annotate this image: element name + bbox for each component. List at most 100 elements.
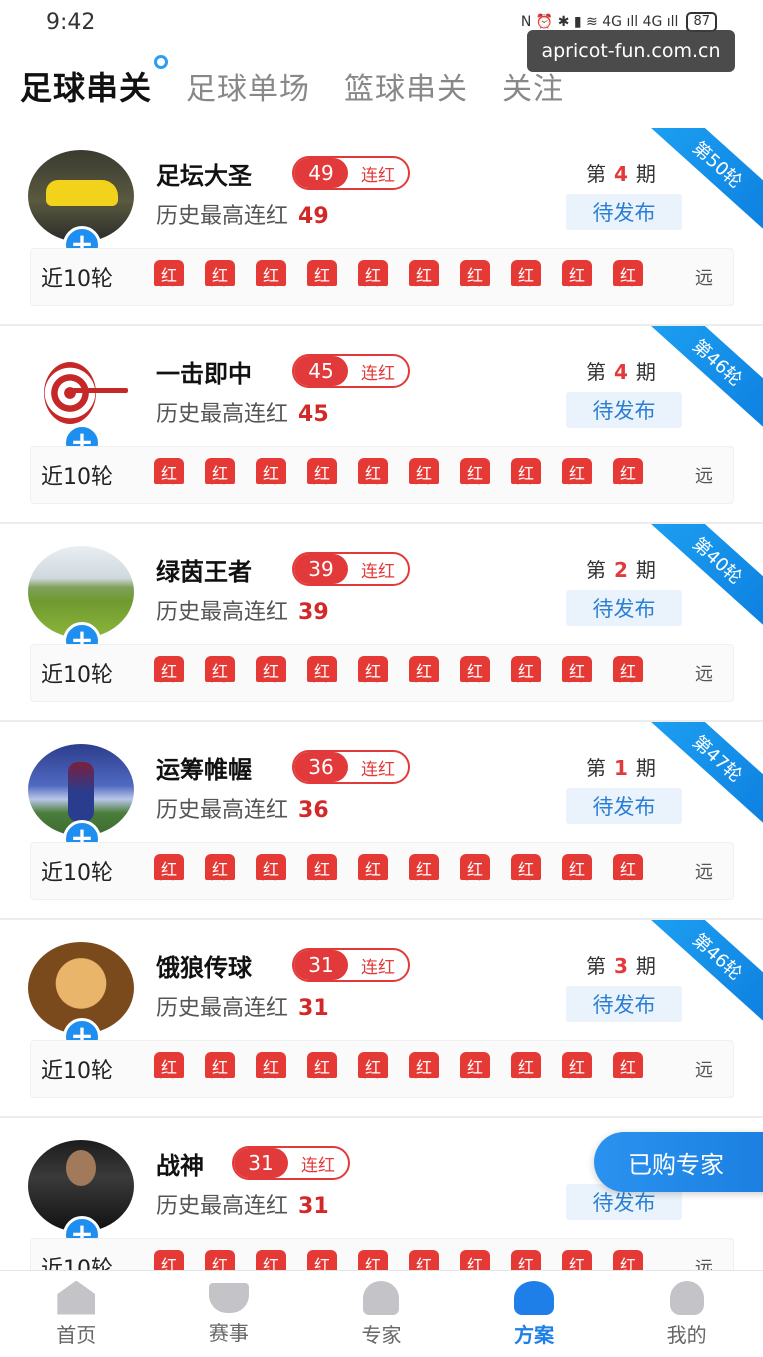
streak-label: 连红	[361, 759, 395, 780]
results-list: 红红红红红红红红红红	[151, 259, 646, 295]
result-red-icon: 红	[355, 259, 391, 295]
tab-football-parlay[interactable]: 足球串关	[20, 55, 169, 109]
period-number: 1	[614, 756, 628, 780]
result-red-icon: 红	[508, 1051, 544, 1087]
expert-card[interactable]: + 饿狼传球 31 连红 历史最高连红 31 第3期 待发布 第46轮 近10轮 红…	[0, 920, 763, 1118]
period-label: 第1期	[586, 752, 656, 781]
period-prefix: 第	[586, 756, 606, 780]
pending-button[interactable]: 待发布	[566, 788, 682, 824]
streak-count: 49	[294, 158, 348, 188]
nav-plans[interactable]: 方案	[458, 1271, 611, 1357]
recent-label: 近10轮	[41, 267, 113, 292]
result-red-icon: 红	[559, 1249, 595, 1270]
result-text: 红	[517, 860, 534, 879]
result-red-icon: 红	[457, 853, 493, 889]
result-text: 红	[415, 1256, 432, 1270]
period-label: 第3期	[586, 950, 656, 979]
result-text: 红	[160, 662, 177, 681]
expert-card[interactable]: + 足坛大圣 49 连红 历史最高连红 49 第4期 待发布 第50轮 近10轮 红…	[0, 128, 763, 326]
result-red-icon: 红	[151, 259, 187, 295]
result-text: 红	[415, 266, 432, 285]
streak-label: 连红	[361, 165, 395, 186]
pending-button[interactable]: 待发布	[566, 392, 682, 428]
recent-label: 近10轮	[41, 465, 113, 490]
nav-mine[interactable]: 我的	[610, 1271, 763, 1357]
more-results-link[interactable]: 远	[695, 1254, 713, 1270]
result-text: 红	[517, 266, 534, 285]
more-results-link[interactable]: 远	[695, 1056, 713, 1082]
result-text: 红	[619, 464, 636, 483]
history-value: 36	[298, 798, 329, 823]
streak-label: 连红	[301, 1155, 335, 1176]
recent-results-row: 近10轮 红 红 红 红 红 红 红 红 红 红 远	[30, 248, 734, 306]
plan-icon	[514, 1280, 555, 1315]
result-red-icon: 红	[304, 655, 340, 691]
result-text: 红	[313, 662, 330, 681]
result-text: 红	[466, 1058, 483, 1077]
result-red-icon: 红	[457, 1051, 493, 1087]
more-results-link[interactable]: 远	[695, 660, 713, 686]
streak-count: 31	[234, 1148, 288, 1178]
period-label: 第4期	[586, 356, 656, 385]
expert-card[interactable]: + 一击即中 45 连红 历史最高连红 45 第4期 待发布 第46轮 近10轮 红…	[0, 326, 763, 524]
avatar-wrap: +	[28, 744, 136, 858]
nav-experts[interactable]: 专家	[305, 1271, 458, 1357]
result-text: 红	[466, 860, 483, 879]
expert-card[interactable]: + 绿茵王者 39 连红 历史最高连红 39 第2期 待发布 第40轮 近10轮 红…	[0, 524, 763, 722]
nav-label: 我的	[666, 1322, 707, 1347]
avatar-wrap: +	[28, 150, 136, 264]
result-text: 红	[211, 266, 228, 285]
result-text: 红	[466, 662, 483, 681]
result-text: 红	[568, 1256, 585, 1270]
history-value: 31	[298, 1194, 329, 1219]
more-results-link[interactable]: 远	[695, 858, 713, 884]
result-red-icon: 红	[253, 457, 289, 493]
expert-name: 足坛大圣	[156, 162, 252, 190]
pending-button[interactable]: 待发布	[566, 194, 682, 230]
nav-home[interactable]: 首页	[0, 1271, 153, 1357]
result-red-icon: 红	[304, 259, 340, 295]
history-label: 历史最高连红	[156, 1194, 289, 1219]
more-results-link[interactable]: 远	[695, 462, 713, 488]
result-text: 红	[619, 662, 636, 681]
result-red-icon: 红	[253, 259, 289, 295]
nav-matches[interactable]: 赛事	[153, 1271, 306, 1357]
results-list: 红红红红红红红红红红	[151, 457, 646, 493]
result-text: 红	[415, 1058, 432, 1077]
status-time: 9:42	[46, 9, 96, 35]
result-red-icon: 红	[457, 1249, 493, 1270]
tab-football-single[interactable]: 足球单场	[186, 64, 310, 108]
result-red-icon: 红	[559, 457, 595, 493]
expert-card[interactable]: + 运筹帷幄 36 连红 历史最高连红 36 第1期 待发布 第47轮 近10轮 红…	[0, 722, 763, 920]
history-line: 历史最高连红 36	[156, 792, 329, 824]
tab-basketball-parlay[interactable]: 篮球串关	[344, 64, 468, 108]
period-label: 第4期	[586, 158, 656, 187]
period-number: 4	[614, 162, 628, 186]
result-red-icon: 红	[508, 655, 544, 691]
recent-results-row: 近10轮 红 红 红 红 红 红 红 红 红 红 远	[30, 842, 734, 900]
result-red-icon: 红	[202, 655, 238, 691]
pending-button[interactable]: 待发布	[566, 590, 682, 626]
period-suffix: 期	[635, 162, 656, 186]
expert-icon	[363, 1280, 400, 1315]
recent-label: 近10轮	[41, 861, 113, 886]
home-icon	[57, 1280, 96, 1315]
streak-count: 45	[294, 356, 348, 386]
result-red-icon: 红	[610, 853, 646, 889]
result-text: 红	[466, 266, 483, 285]
history-label: 历史最高连红	[156, 798, 289, 823]
result-text: 红	[262, 1058, 279, 1077]
period-number: 2	[614, 558, 628, 582]
result-text: 红	[211, 860, 228, 879]
pending-button[interactable]: 待发布	[566, 986, 682, 1022]
history-value: 49	[298, 204, 329, 229]
result-red-icon: 红	[151, 655, 187, 691]
result-red-icon: 红	[508, 457, 544, 493]
more-results-link[interactable]: 远	[695, 264, 713, 290]
result-text: 红	[364, 860, 381, 879]
watermark: apricot-fun.com.cn	[527, 30, 735, 72]
result-red-icon: 红	[406, 457, 442, 493]
bought-experts-button[interactable]: 已购专家	[594, 1132, 763, 1192]
result-text: 红	[160, 860, 177, 879]
recent-label: 近10轮	[41, 1257, 113, 1270]
